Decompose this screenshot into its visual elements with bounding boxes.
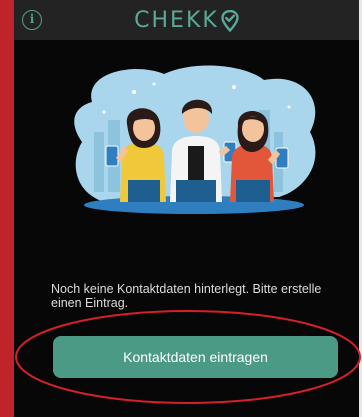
app-screen: i CHEKK Noch keine Kontaktdaten hinterle… bbox=[14, 0, 359, 417]
left-border bbox=[0, 0, 14, 417]
logo-pin-icon bbox=[221, 9, 239, 32]
add-contact-button[interactable]: Kontaktdaten eintragen bbox=[53, 336, 338, 378]
people-with-phones-illustration bbox=[74, 65, 316, 214]
empty-state-message: Noch keine Kontaktdaten hinterlegt. Bitt… bbox=[51, 282, 322, 310]
top-bar: i CHEKK bbox=[14, 0, 359, 40]
logo-text: CHEKK bbox=[134, 8, 219, 33]
app-logo: CHEKK bbox=[14, 8, 359, 33]
